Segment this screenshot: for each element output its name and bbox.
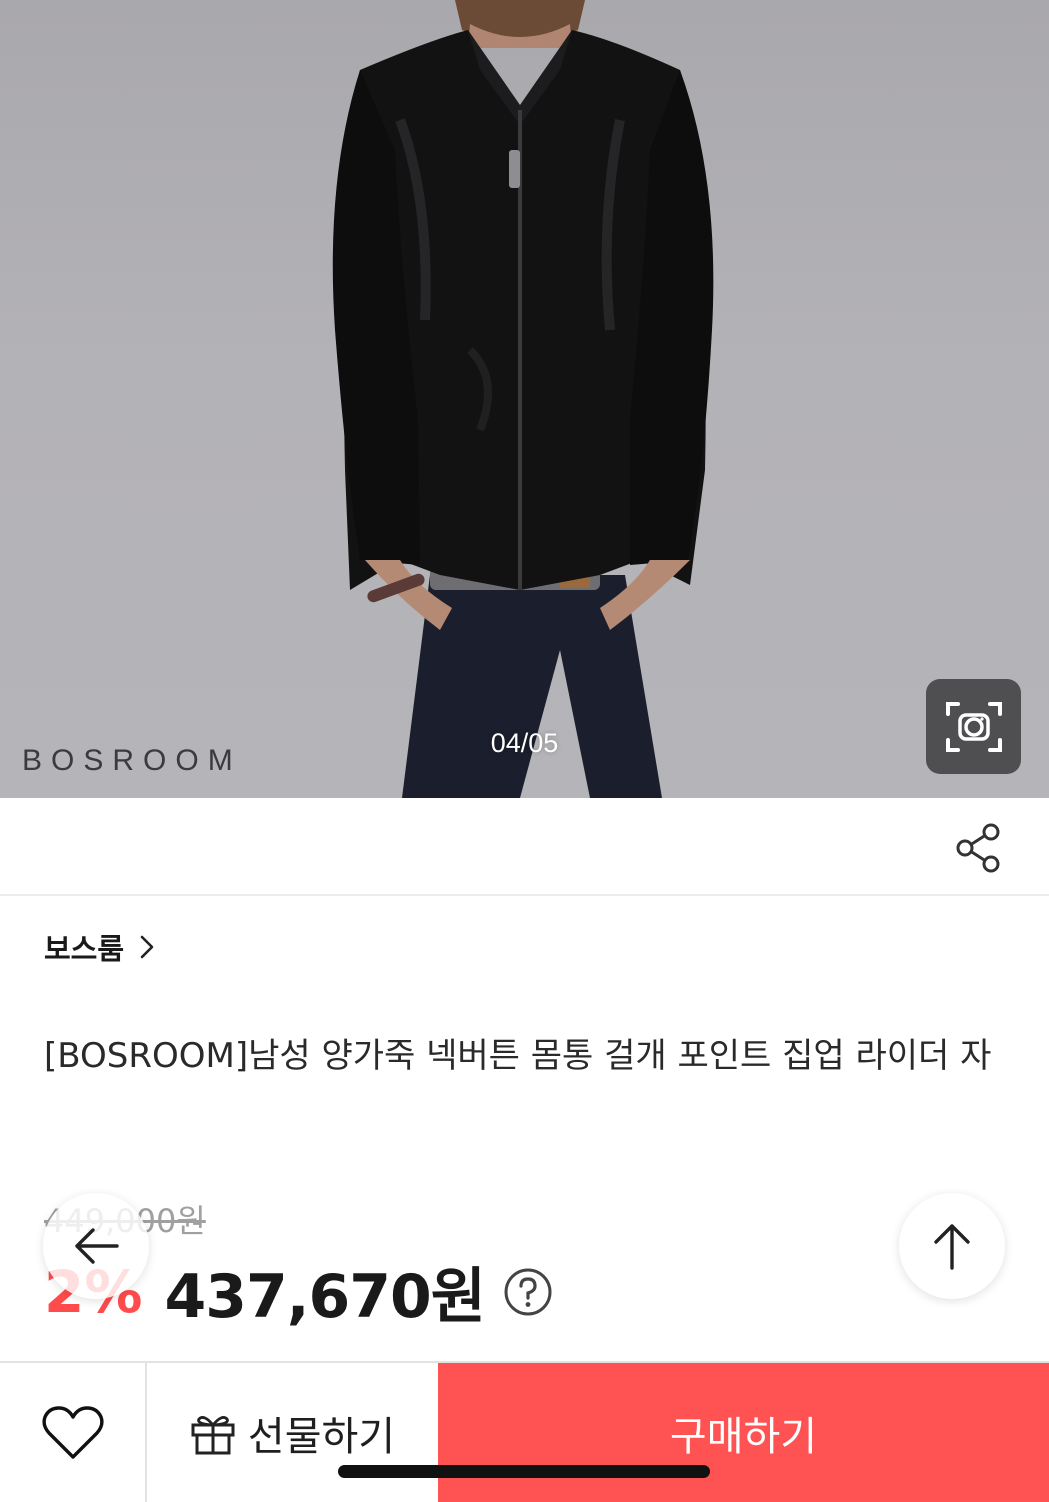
product-title: [BOSROOM]남성 양가죽 넥버튼 몸통 걸개 포인트 집업 라이더 자 <box>44 1036 992 1076</box>
share-row <box>0 798 1049 896</box>
image-search-button[interactable] <box>926 679 1021 774</box>
scroll-to-top-button[interactable] <box>899 1193 1005 1299</box>
store-link[interactable]: 보스룸 <box>44 926 154 968</box>
product-photo-illustration <box>332 0 714 798</box>
chevron-right-icon <box>140 935 154 959</box>
store-name: 보스룸 <box>44 932 125 966</box>
camera-lens-icon <box>945 701 1002 752</box>
gift-label: 선물하기 <box>247 1413 396 1460</box>
gift-button[interactable]: 선물하기 <box>147 1363 438 1502</box>
heart-icon <box>41 1405 104 1459</box>
arrow-up-icon <box>934 1224 970 1270</box>
home-indicator <box>338 1465 710 1478</box>
product-image[interactable]: BOSROOM 04/05 <box>0 0 1049 798</box>
purchase-bar: 선물하기 구매하기 <box>0 1361 1049 1502</box>
buy-button[interactable]: 구매하기 <box>438 1363 1049 1502</box>
buy-label: 구매하기 <box>669 1413 818 1460</box>
sale-price: 437,670원 <box>164 1262 485 1332</box>
gift-icon <box>191 1415 235 1454</box>
arrow-left-icon <box>75 1228 119 1264</box>
share-icon[interactable] <box>953 822 1005 874</box>
back-button[interactable] <box>43 1193 149 1299</box>
help-icon[interactable] <box>503 1267 553 1317</box>
wishlist-button[interactable] <box>0 1363 147 1502</box>
image-page-indicator: 04/05 <box>490 728 559 758</box>
